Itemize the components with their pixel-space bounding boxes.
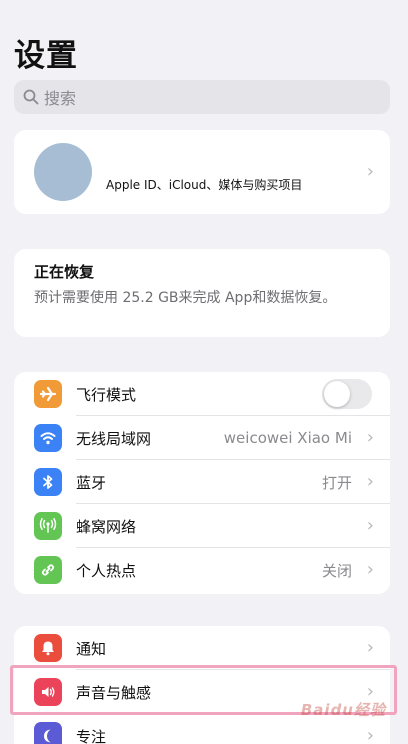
chevron-right-icon: › [366, 515, 374, 536]
moon-icon [34, 722, 62, 744]
settings-row-label: 通知 [76, 639, 107, 658]
search-placeholder: 搜索 [44, 89, 77, 108]
hotspot-icon [34, 556, 62, 584]
search-icon [23, 89, 39, 105]
apple-id-card[interactable]: Apple ID、iCloud、媒体与购买项目 › [14, 130, 390, 214]
airplane-icon [34, 380, 62, 408]
chevron-right-icon: › [366, 427, 374, 448]
notifications-group: 通知 › 声音与触感 › 专注 › [14, 626, 390, 744]
settings-row-label: 蜂窝网络 [76, 517, 137, 536]
chevron-right-icon: › [366, 161, 374, 182]
wifi-icon [34, 424, 62, 452]
watermark-logo: Baidu经验 [300, 701, 386, 719]
chevron-right-icon: › [366, 637, 374, 658]
settings-row-hotspot[interactable]: 个人热点 关闭 › [14, 548, 390, 592]
restore-description: 预计需要使用 25.2 GB来完成 App和数据恢复。 [34, 290, 337, 306]
restore-card[interactable]: 正在恢复 预计需要使用 25.2 GB来完成 App和数据恢复。 [14, 249, 390, 337]
settings-row-label: 声音与触感 [76, 683, 152, 702]
apple-id-label: Apple ID、iCloud、媒体与购买项目 [106, 177, 303, 192]
cellular-icon [34, 512, 62, 540]
settings-row-notifications[interactable]: 通知 › [14, 626, 390, 670]
page-title: 设置 [14, 38, 78, 74]
toggle-knob [324, 381, 350, 407]
settings-row-label: 专注 [76, 727, 107, 744]
bluetooth-status-value: 打开 [321, 473, 352, 492]
settings-row-wifi[interactable]: 无线局域网 weicowei Xiao Mi › [14, 416, 390, 460]
chevron-right-icon: › [366, 725, 374, 744]
settings-row-label: 个人热点 [76, 561, 137, 580]
settings-row-label: 无线局域网 [76, 429, 152, 448]
settings-row-label: 蓝牙 [76, 473, 107, 492]
airplane-mode-toggle[interactable] [322, 379, 372, 409]
settings-row-bluetooth[interactable]: 蓝牙 打开 › [14, 460, 390, 504]
wifi-network-value: weicowei Xiao Mi [223, 429, 352, 447]
chevron-right-icon: › [366, 471, 374, 492]
connectivity-group: 飞行模式 无线局域网 weicowei Xiao Mi › 蓝牙 打开 › 蜂窝… [14, 372, 390, 594]
notification-icon [34, 634, 62, 662]
search-field[interactable]: 搜索 [14, 80, 390, 114]
settings-row-cellular[interactable]: 蜂窝网络 › [14, 504, 390, 548]
bluetooth-icon [34, 468, 62, 496]
settings-row-label: 飞行模式 [76, 385, 137, 404]
chevron-right-icon: › [366, 559, 374, 580]
avatar [34, 143, 92, 201]
settings-row-airplane[interactable]: 飞行模式 [14, 372, 390, 416]
hotspot-status-value: 关闭 [321, 561, 352, 580]
speaker-icon [34, 678, 62, 706]
restore-title: 正在恢复 [34, 263, 95, 281]
